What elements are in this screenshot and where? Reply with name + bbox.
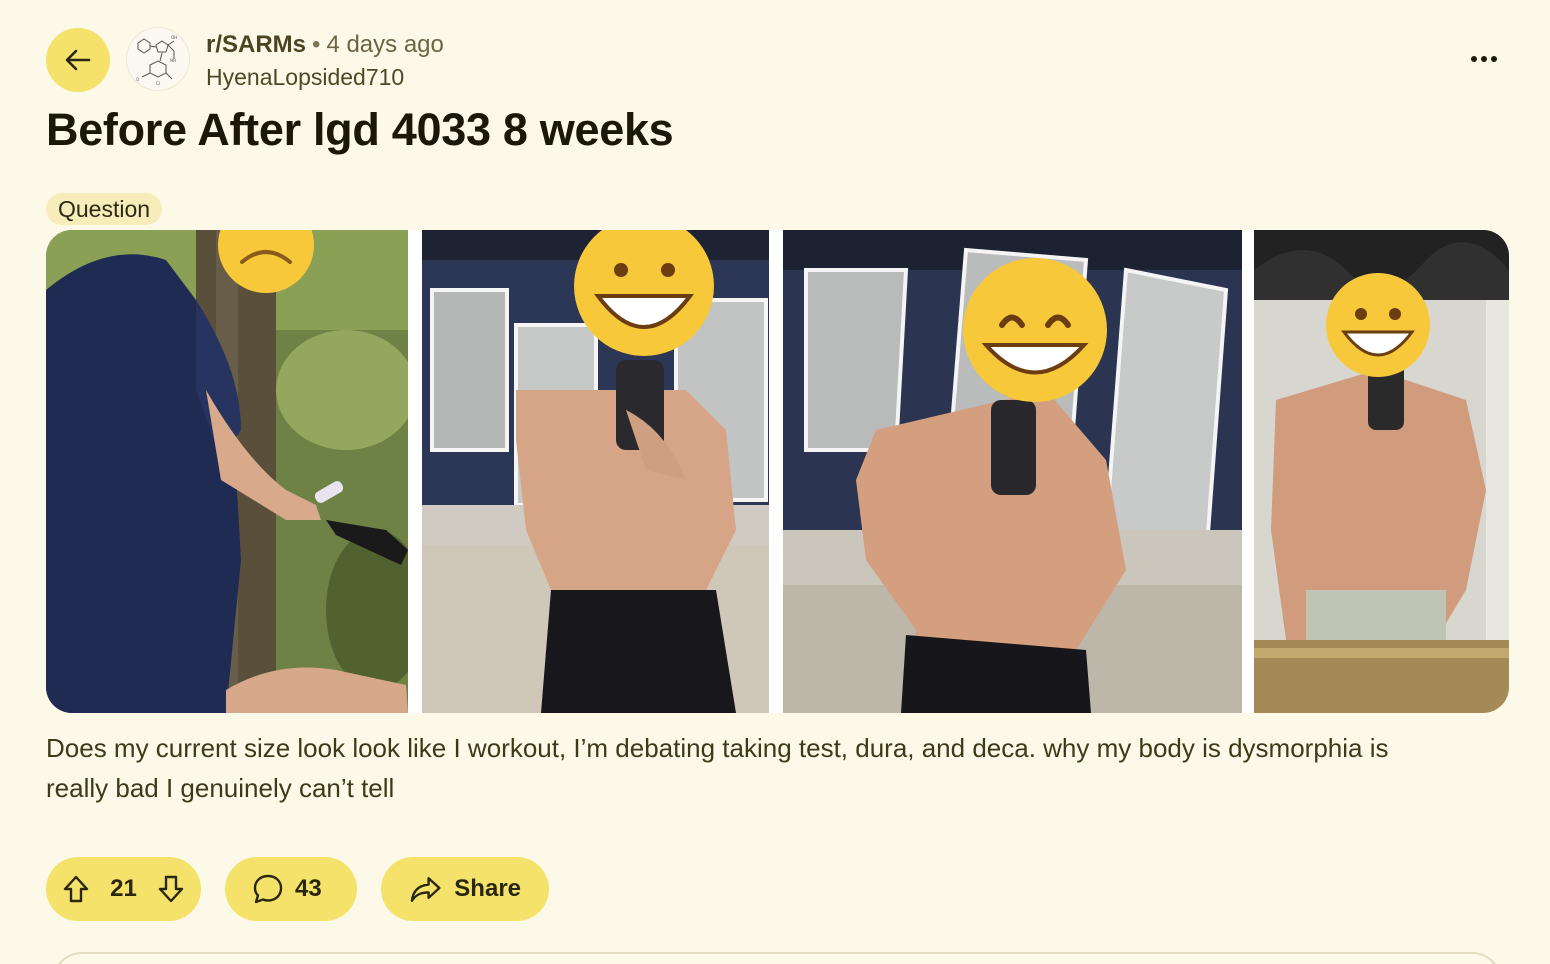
svg-text:Cl: Cl	[156, 81, 160, 86]
author-link[interactable]: HyenaLopsided710	[206, 63, 444, 91]
photo-panel-after	[1254, 230, 1509, 713]
post-meta: r/SARMs • 4 days ago HyenaLopsided710	[206, 31, 444, 91]
subreddit-link[interactable]: r/SARMs	[206, 31, 306, 58]
arrow-left-icon	[65, 49, 91, 71]
comment-box-edge[interactable]	[52, 952, 1502, 964]
downvote-button[interactable]	[155, 873, 187, 905]
meta-separator: •	[312, 31, 321, 58]
share-button[interactable]: Share	[381, 857, 549, 921]
subreddit-avatar[interactable]: OH NH O Cl	[126, 27, 190, 91]
post-page: OH NH O Cl r/SARMs • 4 days ago HyenaLopsi…	[0, 0, 1550, 964]
post-image[interactable]	[46, 230, 1509, 713]
share-arrow-icon	[410, 877, 441, 902]
post-header: OH NH O Cl r/SARMs • 4 days ago HyenaLopsi…	[46, 27, 1504, 93]
svg-text:NH: NH	[170, 58, 176, 63]
vote-control: 21	[46, 857, 201, 921]
back-button[interactable]	[46, 28, 110, 92]
speech-bubble-icon	[253, 874, 283, 904]
comment-count: 43	[295, 875, 322, 902]
arrow-down-icon	[158, 875, 184, 903]
photo-panel-before	[46, 230, 426, 713]
svg-text:OH: OH	[171, 35, 177, 40]
upvote-button[interactable]	[60, 873, 92, 905]
post-flair[interactable]: Question	[46, 193, 163, 225]
arrow-up-icon	[63, 875, 89, 903]
svg-text:O: O	[136, 77, 139, 82]
more-options-button[interactable]	[1464, 41, 1504, 77]
share-label: Share	[454, 875, 521, 902]
photo-panel-week-6	[783, 230, 1242, 713]
post-time: 4 days ago	[326, 31, 444, 58]
progress-photo-collage	[46, 230, 1509, 713]
ellipsis-icon	[1471, 56, 1497, 62]
comments-button[interactable]: 43	[225, 857, 357, 921]
molecule-icon: OH NH O Cl	[136, 35, 177, 86]
vote-count: 21	[110, 875, 137, 902]
post-title: Before After lgd 4033 8 weeks	[46, 104, 674, 155]
meta-line: r/SARMs • 4 days ago	[206, 31, 444, 59]
photo-panel-week-4	[422, 230, 769, 713]
post-body: Does my current size look look like I wo…	[46, 733, 1389, 803]
